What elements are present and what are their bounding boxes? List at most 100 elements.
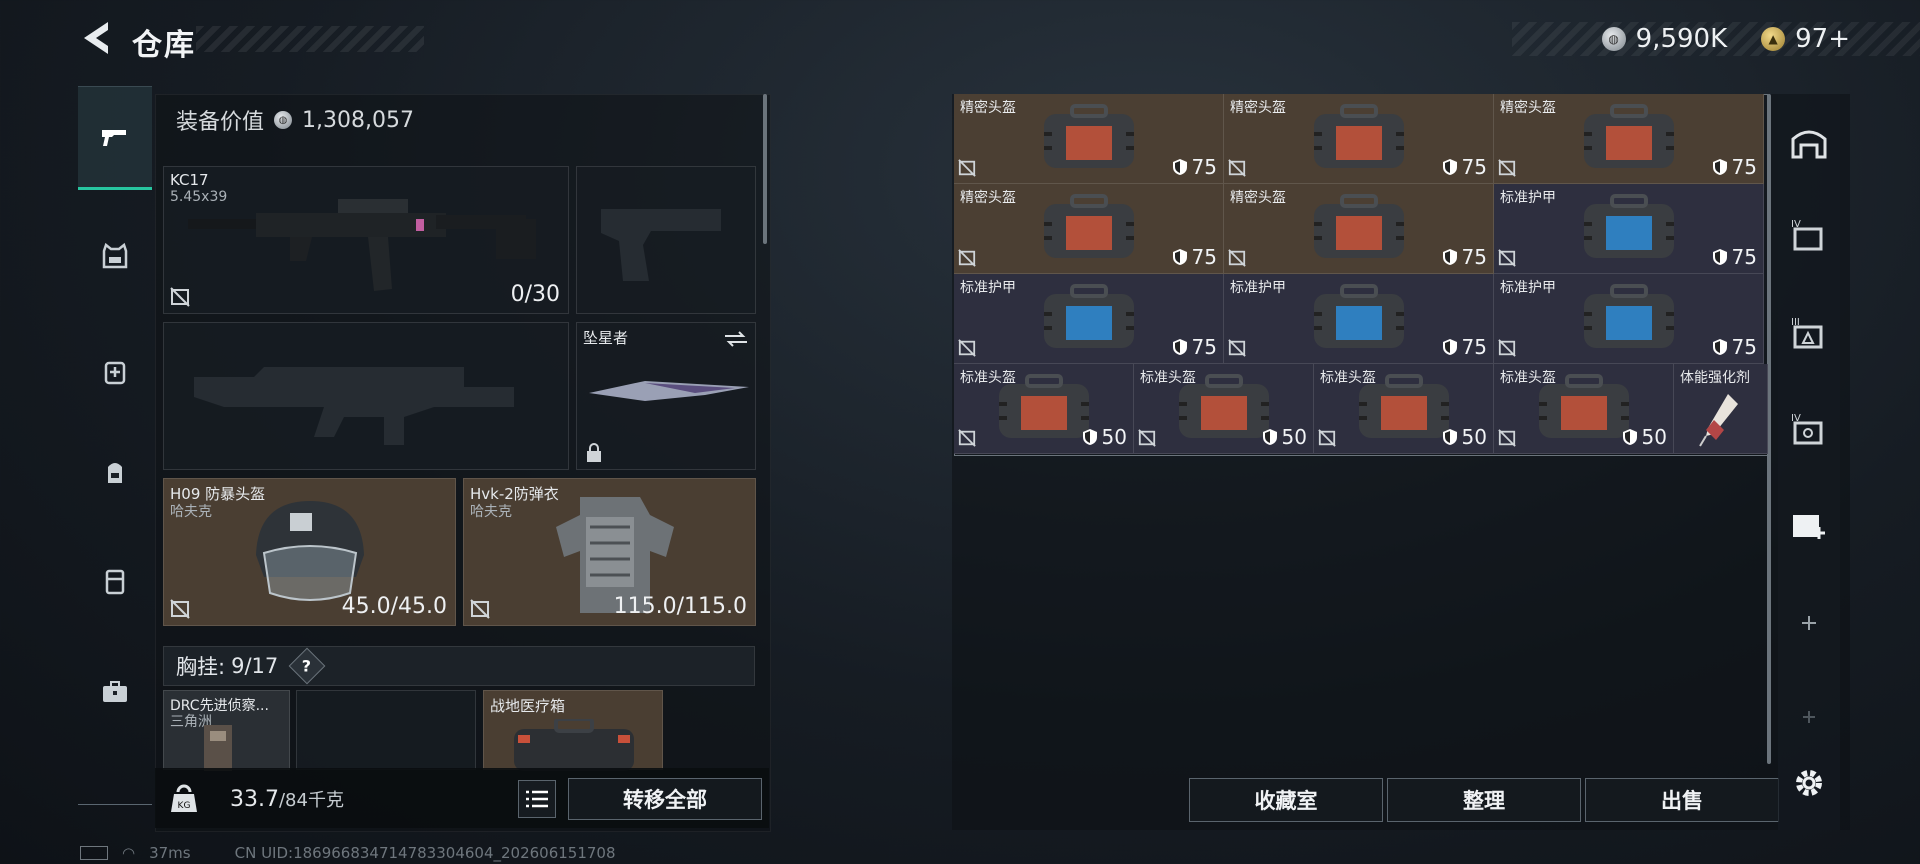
stash-tab-main[interactable]: [1782, 116, 1836, 170]
item-case-icon: [998, 373, 1089, 438]
item-case-icon: [1043, 283, 1134, 348]
list-view-button[interactable]: [518, 780, 556, 818]
rifle-silhouette-icon: [194, 367, 514, 445]
recon-device-icon: [204, 725, 232, 771]
no-insure-icon: [958, 429, 976, 447]
stash-item-booster[interactable]: 体能强化剂: [1674, 364, 1768, 454]
equipment-scrollbar[interactable]: [763, 94, 767, 244]
item-durability: 75: [1712, 335, 1757, 359]
item-case-icon: [1043, 103, 1134, 168]
shield-icon: [1712, 159, 1727, 175]
item-durability: 75: [1172, 245, 1217, 269]
stash-item-helmet[interactable]: 精密头盔 75: [1224, 94, 1494, 184]
shield-icon: [1712, 249, 1727, 265]
melee-slot[interactable]: 坠星者: [576, 322, 756, 470]
item-case-icon: [1178, 373, 1269, 438]
item-case-icon: [1313, 283, 1404, 348]
no-insure-icon: [1228, 339, 1246, 357]
stash-item-armor[interactable]: 标准护甲 75: [1494, 274, 1764, 364]
medkit-case-icon: [514, 719, 634, 771]
shield-icon: [1172, 249, 1187, 265]
item-name: 标准护甲: [960, 280, 1016, 296]
organize-button[interactable]: 整理: [1387, 778, 1581, 822]
stash-item-helmet[interactable]: 标准头盔 50: [954, 364, 1134, 454]
no-insure-icon: [170, 599, 190, 619]
chest-rig-capacity: 9/17: [231, 654, 279, 678]
stash-tab-3[interactable]: III: [1782, 306, 1836, 360]
backpack-icon: [108, 463, 122, 483]
no-insure-icon: [170, 287, 190, 307]
tab-weapons[interactable]: [78, 86, 152, 190]
collection-button[interactable]: 收藏室: [1189, 778, 1383, 822]
uid-text: CN UID:18696683471478330460​4_2026061517…: [234, 844, 616, 862]
stash-item-helmet[interactable]: 精密头盔 75: [1494, 94, 1764, 184]
add-stash-page-button-2[interactable]: [1782, 690, 1836, 744]
item-durability: 75: [1712, 245, 1757, 269]
item-case-icon: [1358, 373, 1449, 438]
status-bar: ◠ 37ms CN UID:18696683471478330460​4_202…: [80, 844, 616, 862]
help-icon[interactable]: ?: [288, 647, 326, 685]
item-durability: 50: [1082, 425, 1127, 449]
sell-button[interactable]: 出售: [1585, 778, 1779, 822]
chest-rig-label: 胸挂:: [176, 655, 226, 679]
shield-icon: [1712, 339, 1727, 355]
settings-button[interactable]: [1782, 756, 1836, 810]
rig-item-empty[interactable]: [296, 690, 476, 770]
helmet-slot[interactable]: H09 防暴头盔 哈夫克 45.0/45.0: [163, 478, 456, 626]
stash-tab-add-case[interactable]: [1782, 498, 1836, 552]
item-name: 精密头盔: [1230, 190, 1286, 206]
add-stash-page-button[interactable]: [1782, 596, 1836, 650]
rig-item-medkit[interactable]: 战地医疗箱: [483, 690, 663, 771]
item-name: 精密头盔: [1230, 100, 1286, 116]
stash-item-helmet[interactable]: 标准头盔 50: [1134, 364, 1314, 454]
weight-text: 33.7/84千克: [230, 786, 344, 812]
item-durability: 75: [1442, 155, 1487, 179]
medkit-icon: [104, 361, 126, 385]
tab-medical[interactable]: [78, 322, 152, 422]
tab-backpack[interactable]: [78, 422, 152, 522]
title-stripe: [196, 26, 424, 52]
swap-icon[interactable]: [723, 329, 749, 349]
tab-container[interactable]: [78, 532, 152, 632]
stash-tab-4b[interactable]: IV: [1782, 402, 1836, 456]
warehouse-icon: [1791, 130, 1827, 159]
stash-item-armor[interactable]: 标准护甲 75: [1224, 274, 1494, 364]
pistol-icon: [102, 130, 126, 146]
pistol-slot[interactable]: [576, 166, 756, 314]
stash-item-armor[interactable]: 标准护甲 75: [1494, 184, 1764, 274]
helmet-durability: 45.0/45.0: [341, 594, 447, 619]
stash-item-armor[interactable]: 标准护甲 75: [954, 274, 1224, 364]
stash-tab-4[interactable]: IV: [1782, 208, 1836, 262]
shield-icon: [1172, 159, 1187, 175]
back-button[interactable]: [78, 18, 118, 58]
primary-weapon-slot[interactable]: KC17 5.45x39 0/30: [163, 166, 569, 314]
tab-divider: [78, 804, 152, 805]
battery-icon: [80, 846, 108, 860]
gold-coin-icon: ▲: [1761, 27, 1786, 51]
stash-item-helmet[interactable]: 精密头盔 75: [954, 94, 1224, 184]
shield-icon: [1262, 429, 1277, 445]
item-durability: 75: [1172, 155, 1217, 179]
knife-icon: [589, 381, 749, 401]
weight-current: 33.7: [230, 787, 279, 812]
tab-case[interactable]: [78, 642, 152, 742]
item-name: 精密头盔: [960, 100, 1016, 116]
transfer-all-button[interactable]: 转移全部: [568, 778, 762, 820]
secondary-weapon-slot[interactable]: [163, 322, 569, 470]
no-insure-icon: [1228, 249, 1246, 267]
tab-armor[interactable]: [78, 206, 152, 306]
ping-text: 37ms: [149, 844, 191, 862]
stash-item-helmet[interactable]: 标准头盔 50: [1494, 364, 1674, 454]
gold-amount: 97+: [1795, 24, 1850, 54]
rig-item-recon[interactable]: DRC先进侦察... 三角洲: [163, 690, 290, 771]
add-case-icon: [1793, 515, 1825, 539]
shield-icon: [1442, 429, 1457, 445]
armor-slot[interactable]: Hvk-2防弹衣 哈夫克 115.0/115.0: [463, 478, 756, 626]
stash-item-helmet[interactable]: 精密头盔 75: [954, 184, 1224, 274]
no-insure-icon: [1498, 339, 1516, 357]
item-case-icon: [1583, 283, 1674, 348]
stash-item-helmet[interactable]: 精密头盔 75: [1224, 184, 1494, 274]
stash-item-helmet[interactable]: 标准头盔 50: [1314, 364, 1494, 454]
item-name: 精密头盔: [960, 190, 1016, 206]
item-case-icon: [1313, 193, 1404, 258]
